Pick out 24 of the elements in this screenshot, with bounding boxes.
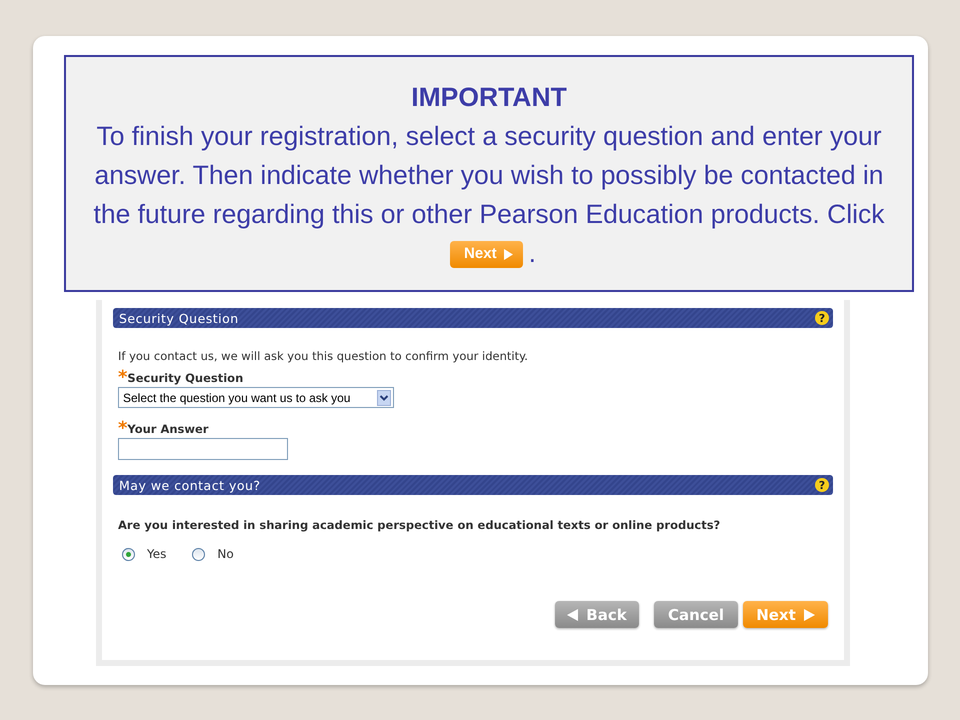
intro-text: If you contact us, we will ask you this question to confirm your identity. [118,349,529,363]
notice-heading: IMPORTANT [410,81,568,114]
section-title: Security Question [119,310,239,326]
section-title: May we contact you? [119,478,261,492]
required-mark: * [118,371,128,385]
radio-button[interactable] [192,548,206,560]
question-text: Are you interested in sharing academic perspective on educational texts or online products? [118,518,722,532]
notice-text: To finish your registration, select a security question and enter your answer. Then indicate whether you wish to possibly be contacted in the future regarding this or other Pearson Education products. Click Next . [92,120,886,270]
help-icon[interactable]: ? [815,311,829,325]
field-label: Your Answer [127,422,208,436]
answer-field[interactable] [118,438,288,460]
dropdown-icon [377,390,391,406]
required-mark: * [118,422,128,436]
help-icon[interactable]: ? [815,478,829,492]
play-icon [502,248,513,260]
forward-arrow-icon [804,608,815,620]
select-value: Select the question you want us to ask you [123,390,350,404]
field-label: Security Question [127,371,244,385]
radio-label: No [217,547,234,561]
back-arrow-icon [567,608,578,620]
question-select[interactable]: Select the question you want us to ask you [118,387,394,408]
next-button-image: Next [450,241,523,268]
radio-label: Yes [147,547,166,561]
radio-button[interactable] [122,548,135,560]
